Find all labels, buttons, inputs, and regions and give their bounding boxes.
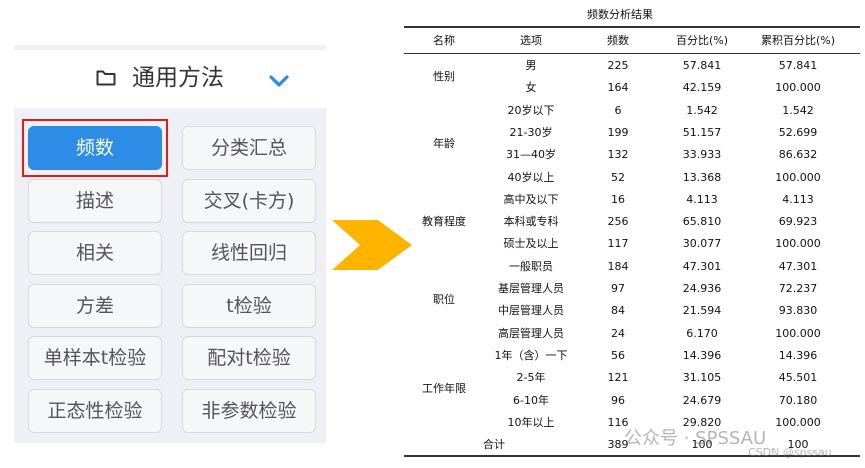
t-test-button[interactable]: t检验 [182,283,316,328]
table-title: 频数分析结果 [587,8,653,21]
table-cell: 100.000 [775,326,821,340]
table-cell: 100.000 [775,170,821,184]
selection-highlight [22,119,168,177]
table-cell: 93.830 [778,304,818,318]
table-cell: 1.542 [782,103,814,117]
table-cell: 70.180 [778,393,818,407]
anova-button[interactable]: 方差 [28,283,162,328]
folder-icon [96,70,116,86]
table-cell: 57.841 [778,59,818,72]
one-sample-t-test-button[interactable]: 单样本t检验 [28,336,162,380]
table-cell: 52.699 [778,125,818,139]
descriptive-button[interactable]: 描述 [28,178,162,223]
watermark: 公众号 · SPSSAU [624,428,767,449]
correlation-button[interactable]: 相关 [28,231,162,275]
table-cell: 72.237 [778,282,818,295]
table-cell: 100.000 [775,237,821,251]
total-label: 合计 [483,438,505,451]
category-summary-button[interactable]: 分类汇总 [182,126,316,170]
table-cell: 4.113 [782,192,814,206]
table-header-rule [404,53,860,54]
table-cell: 69.923 [778,215,818,229]
watermark-csdn: CSDN @spssau [748,446,832,459]
table-cell: 47.301 [778,259,818,273]
table-cell: 14.396 [778,348,818,362]
table-cell: 45.501 [778,371,818,385]
table-top-rule [404,26,860,28]
table-cell: 86.632 [778,148,818,162]
linear-regression-button[interactable]: 线性回归 [182,231,316,275]
normality-test-button[interactable]: 正态性检验 [28,388,162,433]
column-header: 累积百分比(%) [760,34,836,47]
paired-t-test-button[interactable]: 配对t检验 [182,336,316,380]
chevron-down-icon[interactable] [268,74,290,88]
table-cell: 100.000 [775,81,821,95]
panel-title: 通用方法 [132,65,224,91]
nonparametric-test-button[interactable]: 非参数检验 [182,388,316,433]
crosstab-chi-square-button[interactable]: 交叉(卡方) [182,178,316,223]
panel-header[interactable]: 通用方法 [14,50,326,108]
